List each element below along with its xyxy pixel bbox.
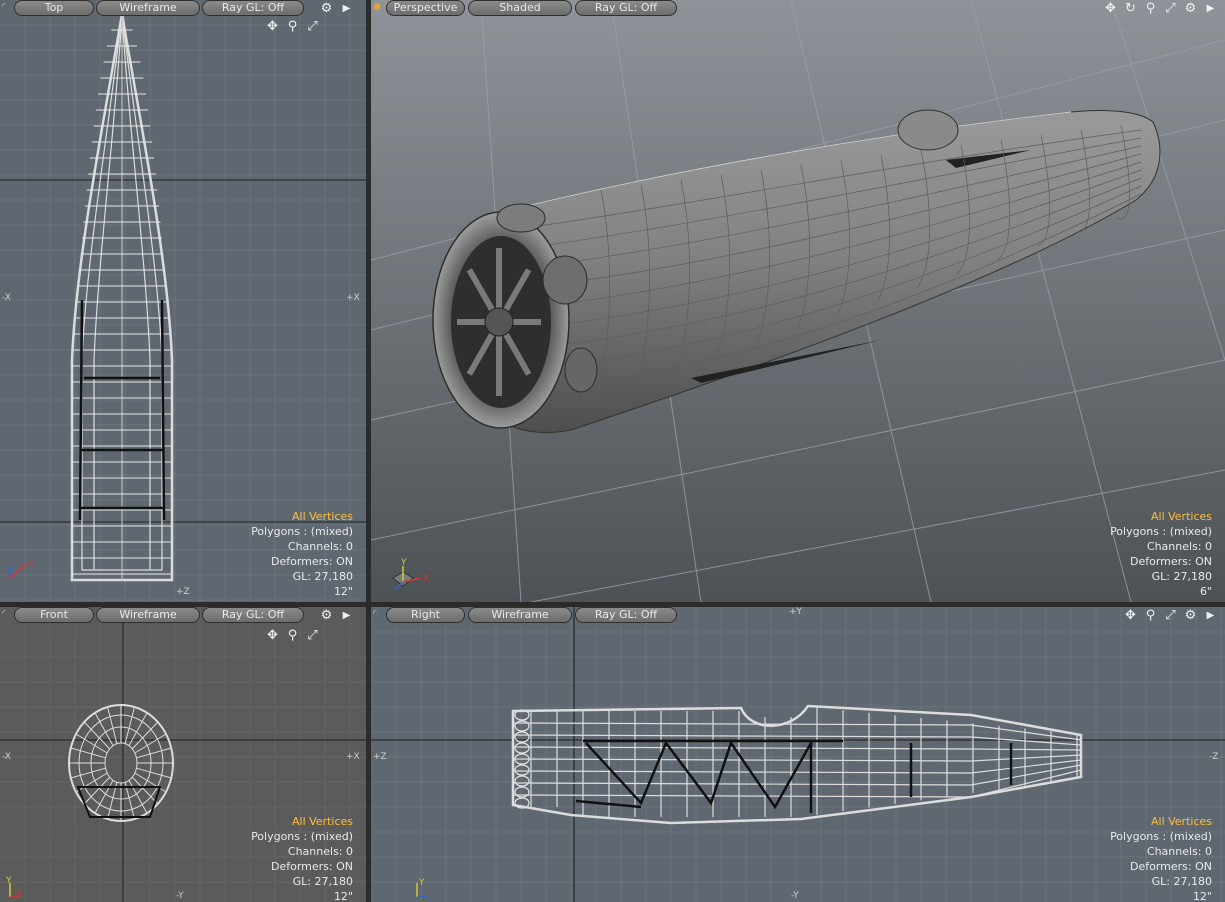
zoom-icon[interactable]: ⚲	[284, 628, 301, 643]
raygl-dropdown[interactable]: Ray GL: Off	[575, 0, 677, 16]
horizontal-splitter[interactable]	[0, 602, 1225, 607]
polygons-info: Polygons : (mixed)	[251, 830, 353, 843]
axis-gizmo: X	[9, 558, 34, 579]
shading-dropdown[interactable]: Wireframe	[96, 0, 200, 16]
zoom-icon[interactable]: ⚲	[1142, 1, 1159, 16]
axis-label-right: -Z	[1209, 752, 1219, 762]
view-type-dropdown[interactable]: Perspective	[386, 0, 465, 16]
viewport-info: All Vertices Polygons : (mixed) Channels…	[1110, 509, 1212, 599]
channels-info: Channels: 0	[287, 540, 353, 553]
channels-info: Channels: 0	[287, 845, 353, 858]
move-icon[interactable]: ✥	[1102, 1, 1119, 16]
deformers-info: Deformers: ON	[271, 555, 353, 568]
axis-label-right: +X	[346, 752, 360, 762]
viewport-right[interactable]: ◜ Right Wireframe Ray GL: Off ✥ ⚲ ⤢ ⚙ ▶ …	[371, 607, 1225, 902]
scale-info: 6"	[1199, 585, 1212, 598]
vertical-splitter[interactable]	[366, 0, 371, 902]
shading-dropdown[interactable]: Wireframe	[96, 607, 200, 623]
move-icon[interactable]: ✥	[264, 19, 281, 34]
maximize-icon[interactable]: ⤢	[1162, 608, 1179, 623]
view-type-dropdown[interactable]: Front	[14, 607, 94, 623]
deformers-info: Deformers: ON	[1130, 555, 1212, 568]
channels-info: Channels: 0	[1146, 845, 1212, 858]
svg-text:X: X	[28, 558, 34, 567]
front-toolbar: ◜ Front Wireframe Ray GL: Off ⚙ ▶	[0, 607, 366, 623]
axis-label-left: -X	[2, 752, 11, 762]
arrow-right-icon[interactable]: ▶	[1202, 1, 1219, 16]
svg-text:X: X	[423, 574, 429, 584]
perspective-toolbar: ● Perspective Shaded Ray GL: Off ✥ ↻ ⚲ ⤢…	[371, 0, 1225, 16]
gl-info: GL: 27,180	[292, 875, 353, 888]
view-type-dropdown[interactable]: Right	[386, 607, 465, 623]
axis-label-left: -X	[2, 293, 11, 303]
scale-info: 12"	[1192, 890, 1212, 902]
gear-icon[interactable]: ⚙	[1182, 1, 1199, 16]
viewport-perspective[interactable]: ● Perspective Shaded Ray GL: Off ✥ ↻ ⚲ ⤢…	[371, 0, 1225, 602]
polygons-info: Polygons : (mixed)	[251, 525, 353, 538]
selection-mode: All Vertices	[1150, 510, 1212, 523]
axis-label-left: +Z	[373, 752, 387, 762]
axis-label-right: +X	[346, 293, 360, 303]
gear-icon[interactable]: ⚙	[318, 1, 335, 16]
gl-info: GL: 27,180	[1151, 570, 1212, 583]
right-grid	[371, 607, 1225, 902]
axis-label-bottom: -Y	[176, 891, 184, 901]
arrow-right-icon[interactable]: ▶	[1202, 608, 1219, 623]
rotate-icon[interactable]: ↻	[1122, 1, 1139, 16]
view-type-dropdown[interactable]: Top	[14, 0, 94, 16]
perspective-scene	[371, 0, 1225, 602]
axis-gizmo: Y X	[392, 558, 429, 591]
axis-gizmo: Y X	[5, 876, 22, 900]
axis-label-bottom: +Z	[176, 587, 190, 597]
viewport-menu-icon[interactable]: ◜	[373, 610, 381, 619]
axis-gizmo: Y	[416, 878, 427, 898]
deformers-info: Deformers: ON	[271, 860, 353, 873]
viewport-info: All Vertices Polygons : (mixed) Channels…	[251, 509, 353, 599]
maximize-icon[interactable]: ⤢	[1162, 1, 1179, 16]
svg-text:Y: Y	[418, 878, 425, 888]
viewport-info: All Vertices Polygons : (mixed) Channels…	[1110, 814, 1212, 902]
arrow-right-icon[interactable]: ▶	[338, 608, 355, 623]
axis-label-bottom: -Y	[791, 891, 799, 901]
channels-info: Channels: 0	[1146, 540, 1212, 553]
viewport-top[interactable]: ◜ Top Wireframe Ray GL: Off ⚙ ▶ ✥ ⚲ ⤢ -X…	[0, 0, 366, 602]
viewport-menu-icon[interactable]: ◜	[2, 610, 10, 619]
viewport-front[interactable]: ◜ Front Wireframe Ray GL: Off ⚙ ▶ ✥ ⚲ ⤢ …	[0, 607, 366, 902]
selection-mode: All Vertices	[1150, 815, 1212, 828]
move-icon[interactable]: ✥	[264, 628, 281, 643]
svg-text:X: X	[16, 890, 22, 900]
gear-icon[interactable]: ⚙	[318, 608, 335, 623]
maximize-icon[interactable]: ⤢	[304, 19, 321, 34]
gear-icon[interactable]: ⚙	[1182, 608, 1199, 623]
polygons-info: Polygons : (mixed)	[1110, 830, 1212, 843]
zoom-icon[interactable]: ⚲	[1142, 608, 1159, 623]
svg-text:Y: Y	[5, 876, 12, 886]
move-icon[interactable]: ✥	[1122, 608, 1139, 623]
gl-info: GL: 27,180	[1151, 875, 1212, 888]
gl-info: GL: 27,180	[292, 570, 353, 583]
polygons-info: Polygons : (mixed)	[1110, 525, 1212, 538]
raygl-dropdown[interactable]: Ray GL: Off	[202, 0, 304, 16]
shading-dropdown[interactable]: Shaded	[468, 0, 572, 16]
scale-info: 12"	[333, 585, 353, 598]
zoom-icon[interactable]: ⚲	[284, 19, 301, 34]
deformers-info: Deformers: ON	[1130, 860, 1212, 873]
raygl-dropdown[interactable]: Ray GL: Off	[202, 607, 304, 623]
shading-dropdown[interactable]: Wireframe	[468, 607, 572, 623]
selection-mode: All Vertices	[291, 510, 353, 523]
viewport-menu-icon[interactable]: ●	[373, 3, 381, 12]
arrow-right-icon[interactable]: ▶	[338, 1, 355, 16]
viewport-info: All Vertices Polygons : (mixed) Channels…	[251, 814, 353, 902]
viewport-menu-icon[interactable]: ◜	[2, 3, 10, 12]
selection-mode: All Vertices	[291, 815, 353, 828]
raygl-dropdown[interactable]: Ray GL: Off	[575, 607, 677, 623]
maximize-icon[interactable]: ⤢	[304, 628, 321, 643]
top-toolbar: ◜ Top Wireframe Ray GL: Off ⚙ ▶	[0, 0, 366, 16]
svg-text:Y: Y	[400, 558, 407, 568]
scale-info: 12"	[333, 890, 353, 902]
fuselage-wireframe-top	[70, 13, 174, 582]
axis-label-top: +Y	[789, 607, 803, 617]
